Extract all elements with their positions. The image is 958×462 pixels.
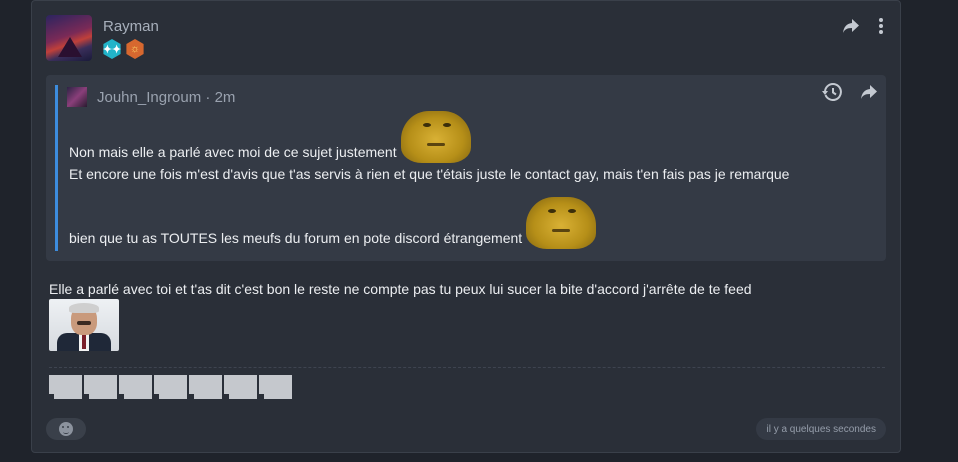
quote-line-1: Non mais elle a parlé avec moi de ce suj…	[69, 111, 879, 163]
attachment-thumbnail[interactable]	[259, 375, 292, 399]
attachment-thumbnail[interactable]	[119, 375, 152, 399]
stars-badge-icon[interactable]: ✦✦	[103, 39, 121, 59]
attachment-thumbnails	[49, 375, 292, 399]
emoji-reaction-icon	[59, 422, 73, 436]
quoted-message: Jouhn_Ingroum · 2m Non mais elle a parlé…	[46, 75, 886, 261]
forum-post: Rayman ✦✦ ☼ Jouhn_Ingroum · 2m Non mais …	[31, 0, 901, 453]
sticker-hair	[69, 303, 99, 313]
quote-author-avatar[interactable]	[67, 87, 87, 107]
attachment-thumbnail[interactable]	[154, 375, 187, 399]
author-username[interactable]: Rayman	[103, 18, 159, 35]
quote-line-3: bien que tu as TOUTES les meufs du forum…	[69, 197, 879, 249]
attachment-thumbnail[interactable]	[49, 375, 82, 399]
quote-spacer	[69, 185, 879, 197]
quote-body: Non mais elle a parlé avec moi de ce suj…	[69, 111, 879, 249]
sticker-image	[49, 299, 119, 351]
share-arrow-icon[interactable]	[842, 18, 860, 34]
author-badges: ✦✦ ☼	[102, 39, 145, 59]
post-timestamp: il y a quelques secondes	[756, 418, 886, 440]
quote-line-3-text: bien que tu as TOUTES les meufs du forum…	[69, 230, 523, 246]
quote-share-arrow-icon[interactable]	[860, 83, 878, 101]
post-actions	[842, 17, 884, 35]
sticker-tie	[82, 335, 86, 349]
quote-actions	[822, 83, 878, 101]
emote-image	[400, 111, 471, 163]
post-body-text: Elle a parlé avec toi et t'as dit c'est …	[49, 281, 752, 297]
post-divider	[49, 367, 885, 368]
sticker-mustache	[77, 321, 91, 325]
quote-author-name[interactable]: Jouhn_Ingroum	[97, 89, 201, 106]
quote-accent-bar	[55, 85, 58, 251]
quote-time: 2m	[214, 89, 236, 106]
attachment-thumbnail[interactable]	[189, 375, 222, 399]
sun-badge-icon[interactable]: ☼	[126, 39, 144, 59]
quote-line-2: Et encore une fois m'est d'avis que t'as…	[69, 166, 790, 182]
kebab-menu-icon[interactable]	[878, 17, 884, 35]
history-icon[interactable]	[822, 83, 842, 101]
author-avatar[interactable]	[46, 15, 92, 61]
quote-separator: ·	[205, 89, 211, 106]
add-reaction-button[interactable]	[46, 418, 86, 440]
quote-author-line: Jouhn_Ingroum · 2m	[97, 89, 235, 106]
emote-image	[526, 197, 597, 249]
attachment-thumbnail[interactable]	[84, 375, 117, 399]
attachment-thumbnail[interactable]	[224, 375, 257, 399]
quote-line-1-text: Non mais elle a parlé avec moi de ce suj…	[69, 144, 397, 160]
